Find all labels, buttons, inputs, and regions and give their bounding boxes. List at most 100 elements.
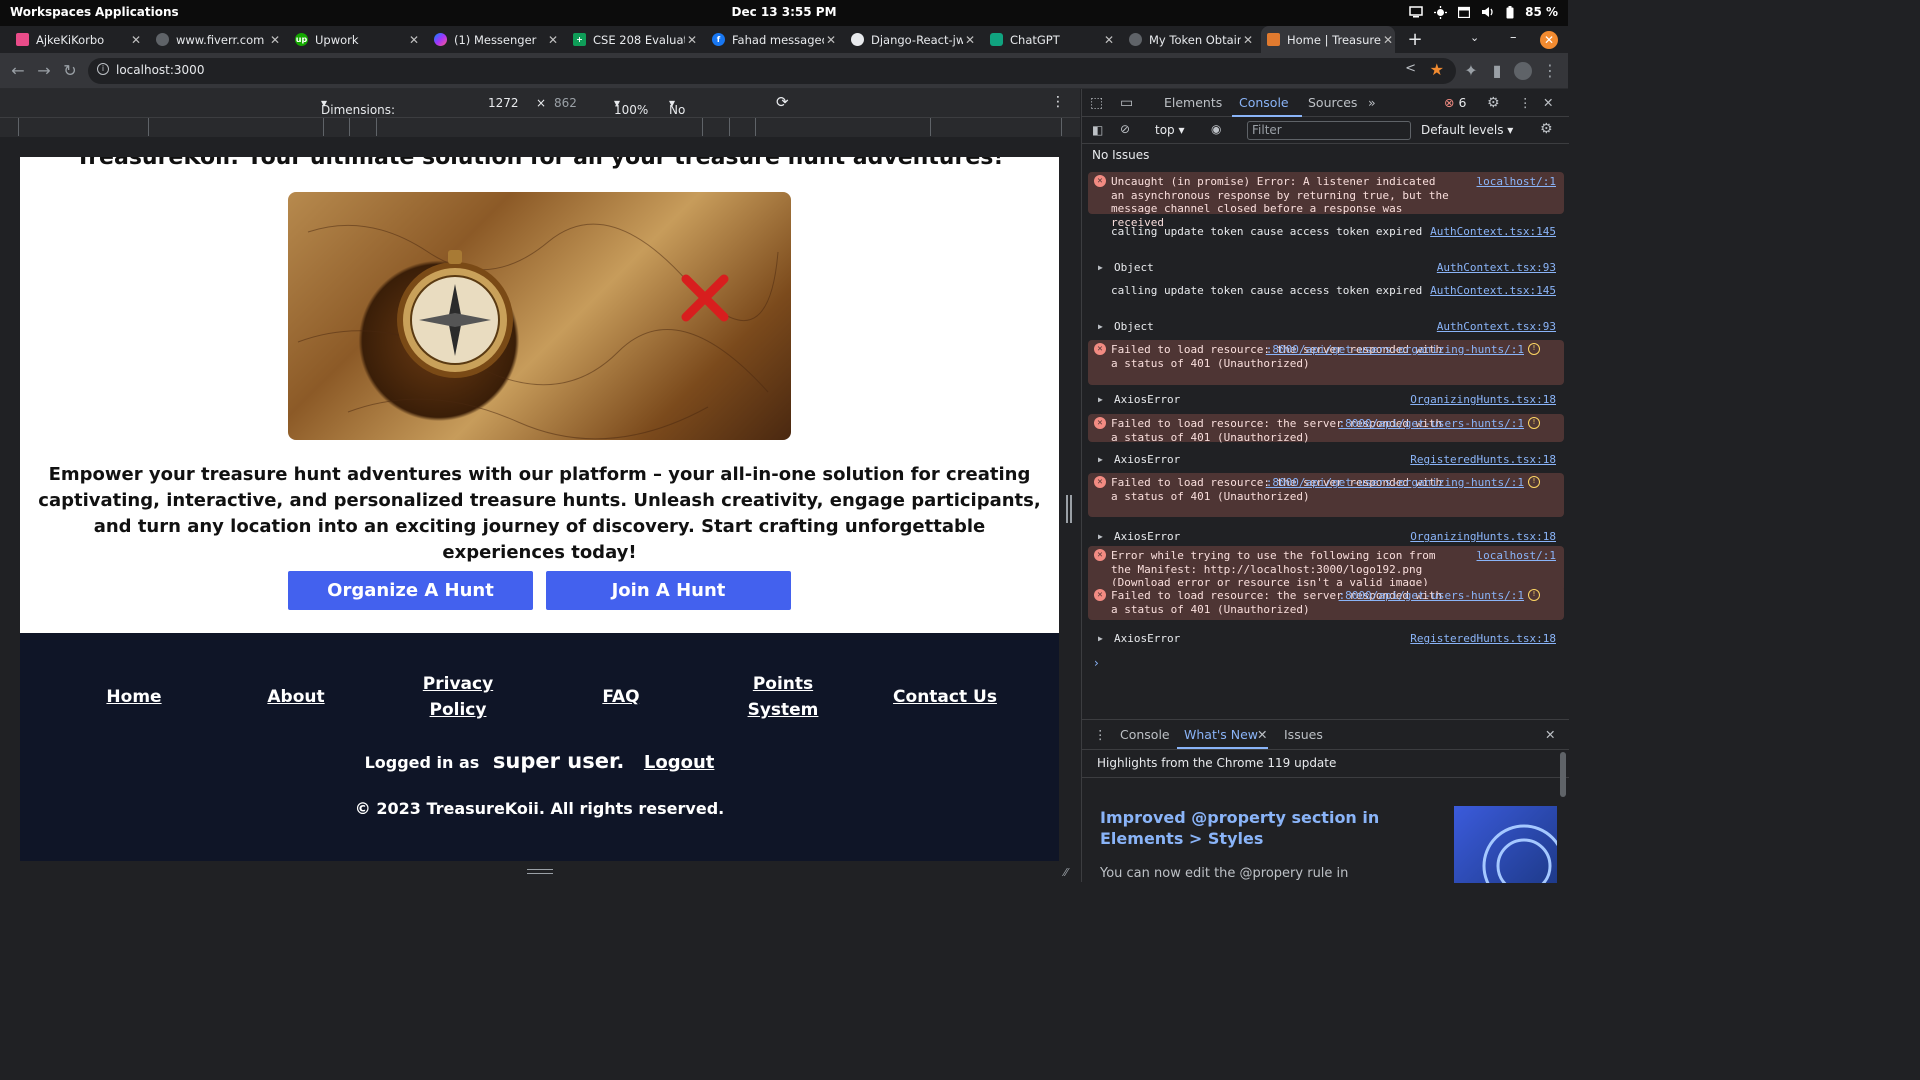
clear-console-icon[interactable]: ⊘ [1120,122,1130,136]
clock[interactable]: Dec 13 3:55 PM [0,5,1568,19]
device-more-icon[interactable]: ⋮ [1051,94,1065,110]
message-source-link[interactable]: RegisteredHunts.tsx:18 [1410,632,1556,646]
join-hunt-button[interactable]: Join A Hunt [546,571,791,610]
expand-caret-icon[interactable]: ▶ [1098,632,1103,646]
close-tab-icon[interactable]: ✕ [546,33,560,47]
filter-input[interactable]: Filter [1247,121,1411,140]
browser-tab[interactable]: Django-React-jw ✕ [851,26,977,53]
height-input[interactable]: 862 [554,96,577,110]
organize-hunt-button[interactable]: Organize A Hunt [288,571,533,610]
info-icon[interactable]: i [97,63,109,75]
rotate-icon[interactable]: ⟳ [776,93,789,111]
zoom-dropdown[interactable]: 100% ▾ [614,96,648,117]
expand-caret-icon[interactable]: ▶ [1098,320,1103,334]
browser-tab[interactable]: AjkeKiKorbo ✕ [16,26,143,53]
close-drawer-icon[interactable]: ✕ [1545,727,1555,742]
drawer-tab-issues[interactable]: Issues [1284,727,1323,742]
browser-tab[interactable]: ChatGPT ✕ [990,26,1116,53]
forward-button[interactable]: → [34,61,54,81]
drawer-scrollbar[interactable] [1560,752,1566,797]
devtools-menu-icon[interactable]: ⋮ [1519,95,1532,110]
console-prompt[interactable]: › [1094,656,1099,670]
live-expression-eye-icon[interactable]: ◉ [1211,122,1221,136]
close-window-button[interactable]: ✕ [1540,31,1558,49]
more-tabs-icon[interactable]: » [1368,95,1376,110]
network-warning-icon[interactable]: ! [1528,343,1540,355]
console-object-entry[interactable]: ▶ AxiosError OrganizingHunts.tsx:18 [1088,527,1564,547]
chrome-menu-icon[interactable]: ⋮ [1540,61,1560,81]
drawer-tab-whats-new[interactable]: What's New [1184,727,1258,742]
footer-link-points-system[interactable]: Points System [733,671,833,723]
footer-link-privacy-policy[interactable]: Privacy Policy [408,671,508,723]
network-warning-icon[interactable]: ! [1528,589,1540,601]
browser-tab[interactable]: www.fiverr.com ✕ [156,26,282,53]
new-tab-button[interactable]: + [1405,26,1425,53]
network-warning-icon[interactable]: ! [1528,417,1540,429]
close-devtools-icon[interactable]: ✕ [1543,95,1553,110]
message-source-link[interactable]: localhost/:1 [1477,175,1556,189]
close-tab-icon[interactable]: ✕ [1241,33,1255,47]
bookmark-star-icon[interactable]: ★ [1430,60,1444,79]
close-whats-new-icon[interactable]: ✕ [1257,727,1267,742]
browser-tab[interactable]: up Upwork ✕ [295,26,421,53]
browser-tab-active[interactable]: Home | Treasure ✕ [1261,26,1395,53]
settings-gear-icon[interactable]: ⚙ [1487,95,1500,111]
back-button[interactable]: ← [8,61,28,81]
drawer-menu-icon[interactable]: ⋮ [1094,727,1107,742]
message-source-link[interactable]: :8000/api/get-users-hunts/:1 [1339,589,1524,603]
expand-caret-icon[interactable]: ▶ [1098,530,1103,544]
tab-console[interactable]: Console [1239,95,1289,110]
close-tab-icon[interactable]: ✕ [1381,33,1395,47]
corner-resize-handle[interactable]: ⁄⁄ [1064,866,1068,879]
message-source-link[interactable]: :8000/api/get-users-organizing-hunts/:1 [1266,343,1524,357]
console-object-entry[interactable]: ▶ AxiosError RegisteredHunts.tsx:18 [1088,629,1564,649]
message-source-link[interactable]: :8000/api/get-users-organizing-hunts/:1 [1266,476,1524,490]
footer-link-contact-us[interactable]: Contact Us [875,684,1015,710]
side-panel-icon[interactable]: ▮ [1487,61,1507,81]
message-source-link[interactable]: AuthContext.tsx:145 [1430,284,1556,298]
logout-link[interactable]: Logout [644,752,715,773]
share-icon[interactable]: < [1405,61,1416,76]
expand-caret-icon[interactable]: ▶ [1098,261,1103,275]
minimize-button[interactable]: – [1510,30,1517,45]
url-text[interactable]: localhost:3000 [116,63,204,77]
context-dropdown[interactable]: top ▾ [1155,123,1185,137]
close-tab-icon[interactable]: ✕ [268,33,282,47]
console-object-entry[interactable]: ▶ Object AuthContext.tsx:93 [1088,317,1564,337]
system-tray[interactable]: 85 % [1409,5,1558,19]
browser-tab[interactable]: f Fahad messaged ✕ [712,26,838,53]
close-tab-icon[interactable]: ✕ [407,33,421,47]
close-tab-icon[interactable]: ✕ [129,33,143,47]
throttling-dropdown[interactable]: No throttling ▾ [669,96,725,131]
close-tab-icon[interactable]: ✕ [824,33,838,47]
reload-button[interactable]: ↻ [60,61,80,81]
message-source-link[interactable]: AuthContext.tsx:93 [1437,261,1556,275]
log-levels-dropdown[interactable]: Default levels ▾ [1421,123,1513,137]
footer-link-home[interactable]: Home [84,684,184,710]
expand-caret-icon[interactable]: ▶ [1098,453,1103,467]
console-object-entry[interactable]: ▶ AxiosError RegisteredHunts.tsx:18 [1088,450,1564,470]
message-source-link[interactable]: AuthContext.tsx:93 [1437,320,1556,334]
sidebar-toggle-icon[interactable]: ◧ [1092,123,1103,137]
console-object-entry[interactable]: ▶ Object AuthContext.tsx:93 [1088,258,1564,278]
network-warning-icon[interactable]: ! [1528,476,1540,488]
message-source-link[interactable]: RegisteredHunts.tsx:18 [1410,453,1556,467]
close-tab-icon[interactable]: ✕ [685,33,699,47]
tab-sources[interactable]: Sources [1308,95,1357,110]
extensions-icon[interactable]: ✦ [1461,61,1481,81]
tab-elements[interactable]: Elements [1164,95,1222,110]
message-source-link[interactable]: OrganizingHunts.tsx:18 [1410,530,1556,544]
dimensions-dropdown[interactable]: Dimensions: Responsive ▾ [321,96,395,131]
browser-tab[interactable]: My Token Obtain ✕ [1129,26,1255,53]
device-toggle-icon[interactable]: ▭ [1120,95,1133,111]
close-tab-icon[interactable]: ✕ [963,33,977,47]
media-query-ruler[interactable] [0,117,1080,137]
console-settings-icon[interactable]: ⚙ [1540,121,1553,137]
message-source-link[interactable]: AuthContext.tsx:145 [1430,225,1556,239]
footer-link-about[interactable]: About [246,684,346,710]
expand-caret-icon[interactable]: ▶ [1098,393,1103,407]
browser-tab[interactable]: + CSE 208 Evaluatio✕ [573,26,699,53]
message-source-link[interactable]: localhost/:1 [1477,549,1556,563]
close-tab-icon[interactable]: ✕ [1102,33,1116,47]
address-bar[interactable]: i localhost:3000 ★ < [88,58,1456,84]
